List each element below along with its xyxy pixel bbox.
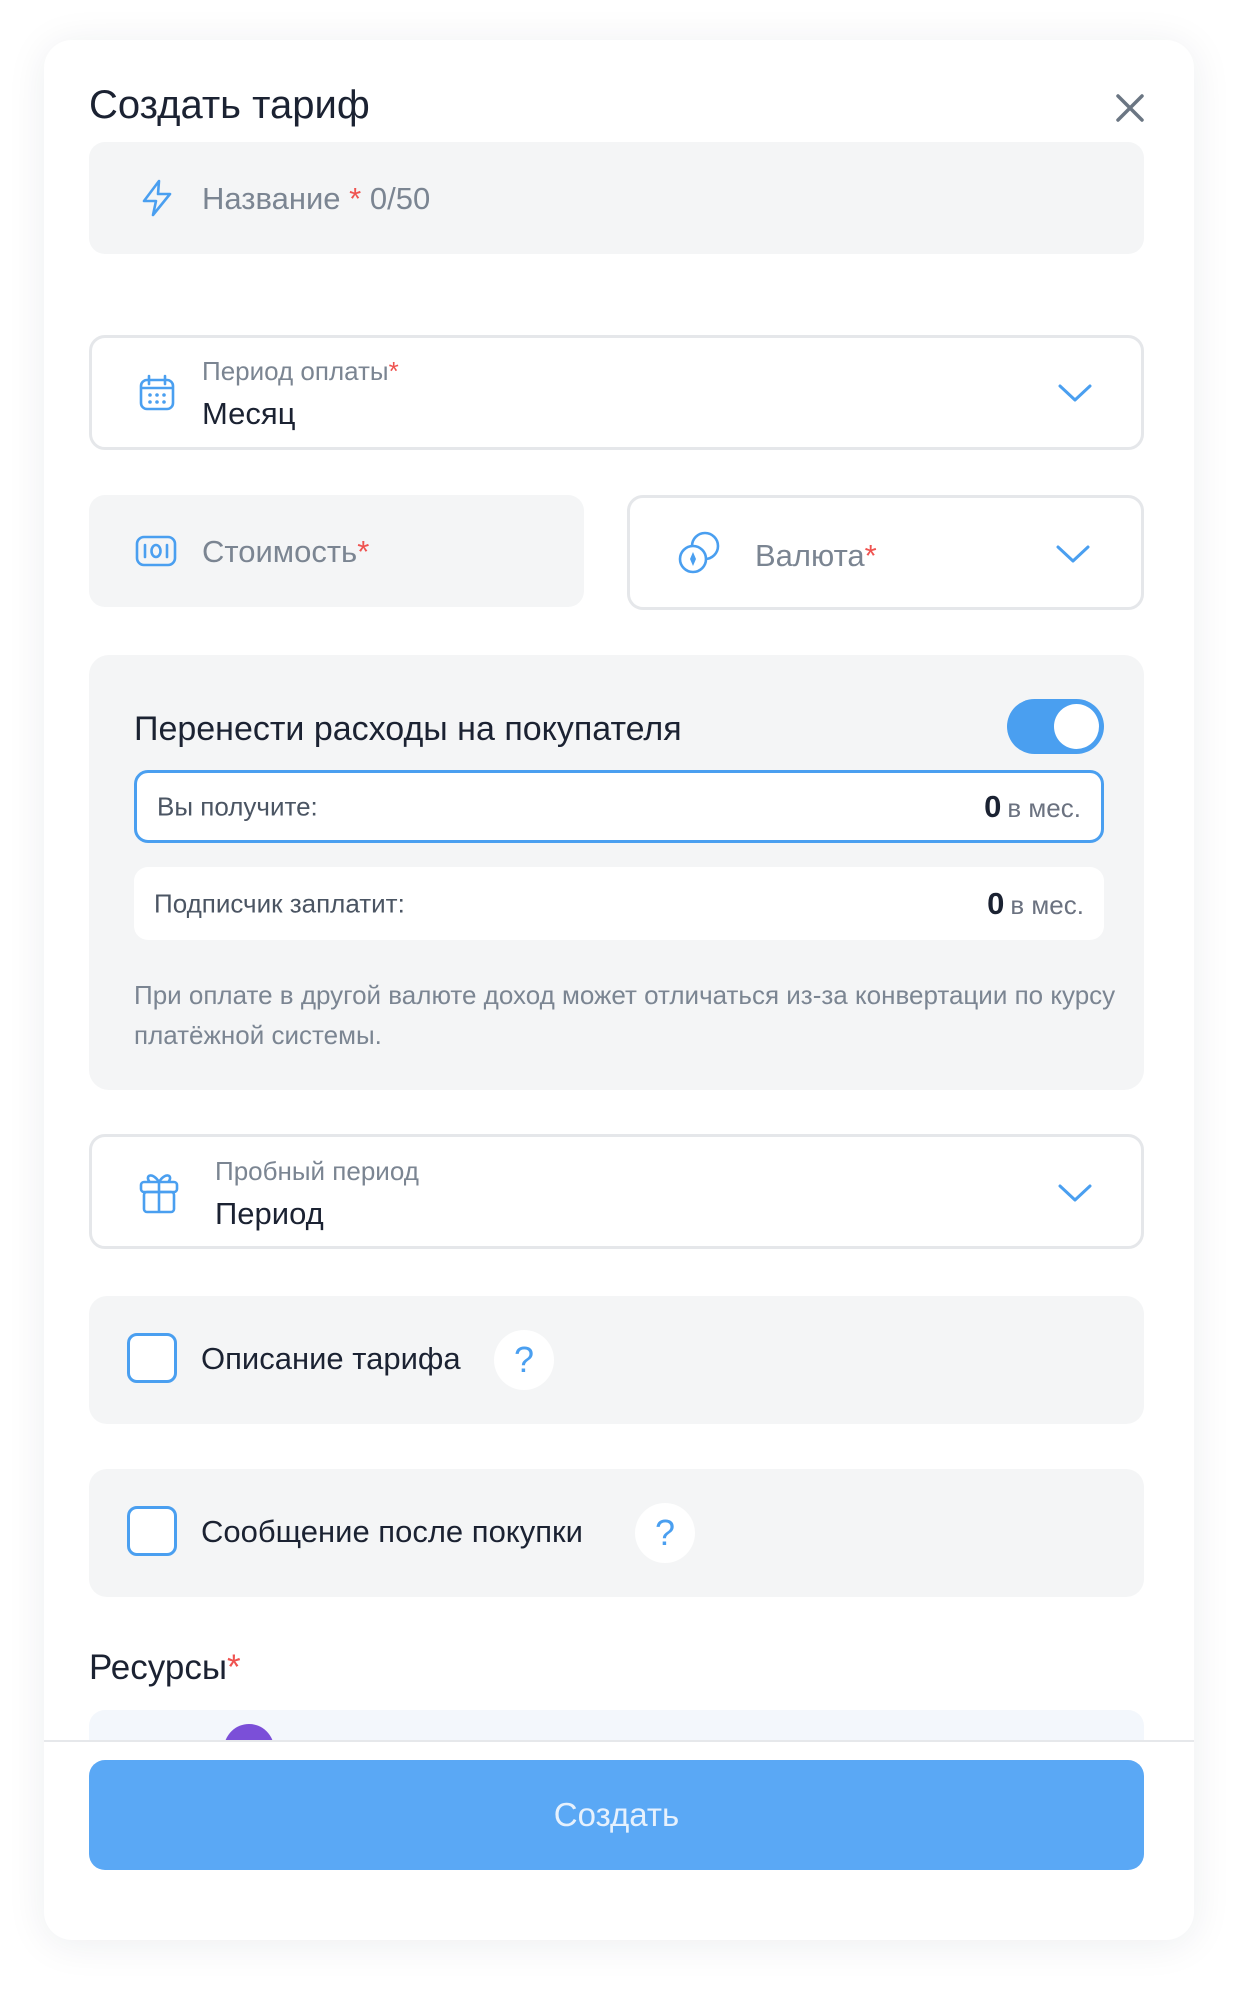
post-purchase-message-label[interactable]: Сообщение после покупки [201, 1516, 583, 1547]
you-receive-row: Вы получите: 0в мес. [134, 770, 1104, 843]
divider [44, 1740, 1194, 1742]
you-receive-label: Вы получите: [157, 791, 318, 821]
name-placeholder: Название [202, 181, 341, 216]
create-tariff-modal: Создать тариф Название * 0/50 Период опл… [44, 40, 1194, 1940]
tariff-description-option: Описание тарифа ? [89, 1296, 1144, 1424]
post-purchase-message-option: Сообщение после покупки ? [89, 1469, 1144, 1597]
fees-panel-title: Перенести расходы на покупателя [134, 710, 682, 748]
resource-card[interactable] [89, 1710, 1144, 1740]
resources-title: Ресурсы [89, 1648, 228, 1687]
trial-period-label: Пробный период [215, 1156, 419, 1186]
payment-period-select[interactable]: Период оплаты* Месяц [89, 335, 1144, 450]
calendar-icon [139, 374, 175, 411]
price-placeholder: Стоимость [202, 534, 358, 569]
lightning-icon [142, 179, 172, 217]
close-icon[interactable] [1110, 88, 1150, 128]
you-receive-unit: в мес. [1007, 792, 1081, 823]
trial-period-select[interactable]: Пробный период Период [89, 1134, 1144, 1249]
help-icon[interactable]: ? [494, 1330, 554, 1390]
required-mark: * [864, 538, 877, 573]
subscriber-pays-label: Подписчик заплатит: [154, 888, 405, 918]
post-purchase-message-checkbox[interactable] [127, 1506, 177, 1556]
price-field[interactable]: Стоимость* [89, 495, 584, 607]
currency-placeholder: Валюта [755, 538, 865, 573]
required-mark: * [388, 356, 399, 386]
gift-icon [139, 1174, 179, 1214]
payment-period-label: Период оплаты [202, 356, 389, 386]
name-counter: 0/50 [369, 181, 431, 216]
chevron-down-icon[interactable] [1057, 1183, 1093, 1203]
conversion-note: При оплате в другой валюте доход может о… [134, 980, 1116, 1050]
chevron-down-icon[interactable] [1057, 383, 1093, 403]
fees-panel: Перенести расходы на покупателя Вы получ… [89, 655, 1144, 1090]
you-receive-amount: 0 [984, 788, 1002, 824]
currency-select[interactable]: Валюта* [627, 495, 1144, 610]
help-icon[interactable]: ? [635, 1503, 695, 1563]
payment-period-value: Месяц [202, 396, 296, 431]
pass-fees-toggle[interactable] [1007, 699, 1104, 754]
banknote-icon [135, 535, 177, 567]
subscriber-pays-unit: в мес. [1010, 889, 1084, 920]
coins-icon [678, 531, 720, 574]
required-mark: * [357, 534, 370, 569]
chevron-down-icon[interactable] [1055, 544, 1091, 564]
name-field[interactable]: Название * 0/50 [89, 142, 1144, 254]
modal-title: Создать тариф [89, 83, 370, 127]
tariff-description-checkbox[interactable] [127, 1333, 177, 1383]
subscriber-pays-amount: 0 [987, 885, 1005, 921]
trial-period-value: Период [215, 1196, 324, 1231]
avatar [224, 1724, 274, 1740]
toggle-knob [1054, 704, 1099, 749]
subscriber-pays-row: Подписчик заплатит: 0в мес. [134, 867, 1104, 940]
tariff-description-label[interactable]: Описание тарифа [201, 1343, 461, 1374]
create-button[interactable]: Создать [89, 1760, 1144, 1870]
required-mark: * [227, 1648, 241, 1687]
required-mark: * [349, 181, 362, 216]
